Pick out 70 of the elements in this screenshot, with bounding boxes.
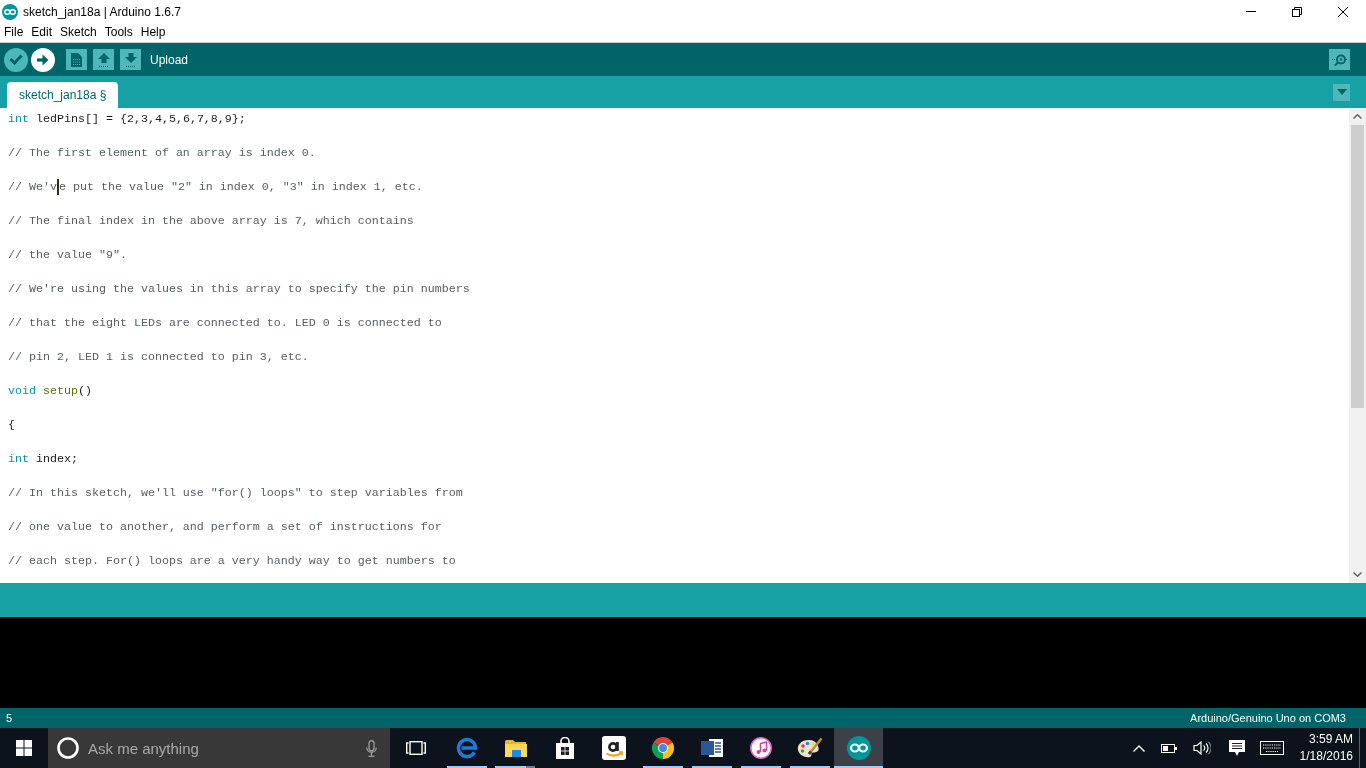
ring-icon: [57, 737, 79, 759]
serial-monitor-button[interactable]: [1329, 49, 1350, 70]
code-line: // The final index in the above array is 7, which contains: [8, 214, 414, 228]
swirl-icon: [455, 737, 478, 759]
toolbar-hint: Upload: [150, 52, 189, 67]
minimize-icon: [1246, 11, 1256, 12]
document-tile-icon: [700, 737, 723, 759]
arrow-up-icon: [97, 52, 110, 67]
text-caret-icon: [56, 179, 59, 195]
task-view-icon: [406, 741, 426, 755]
magnifier-icon: [1331, 53, 1348, 66]
speaker-icon: [1192, 741, 1211, 755]
code-line: // In this sketch, we'll use "for() loops" to step variables from: [8, 486, 463, 500]
window-title: sketch_jan18a | Arduino 1.6.7: [23, 4, 181, 19]
code-line: // that the eight LEDs are connected to. LED 0 is connected to: [8, 316, 442, 330]
check-icon: [9, 54, 23, 65]
triangle-down-icon: [1336, 89, 1347, 95]
code-line: // We're using the values in this array to specify the pin numbers: [8, 282, 470, 296]
line-number: 5: [6, 712, 13, 724]
clock-time: 3:59 AM: [1308, 731, 1353, 748]
tab-menu-button[interactable]: [1333, 83, 1350, 101]
search-field[interactable]: Ask me anything: [88, 737, 357, 759]
menu-item[interactable]: Sketch: [56, 25, 101, 40]
code-line: // The first element of an array is index 0.: [8, 146, 316, 160]
keyboard-icon: [1259, 741, 1284, 755]
code-line: // each step. For() loops are a very handy way to get numbers to: [8, 554, 456, 568]
tab[interactable]: sketch_jan18a §: [7, 82, 119, 108]
code-line: // one value to another, and perform a set of instructions for: [8, 520, 442, 534]
folder-icon: [504, 739, 527, 757]
board-port-label: Arduino/Genuino Uno on COM3: [1190, 712, 1346, 724]
upload-button[interactable]: [31, 47, 55, 72]
arrow-right-icon: [37, 53, 49, 66]
music-note-icon: [749, 737, 772, 759]
chevron-up-icon: [1133, 744, 1145, 752]
close-icon: [1338, 6, 1348, 17]
new-button[interactable]: [66, 49, 87, 70]
shopping-bag-icon: [554, 737, 575, 759]
search-bar[interactable]: Ask me anything: [48, 728, 390, 768]
verify-button[interactable]: [4, 47, 28, 72]
infinity-icon: [846, 736, 871, 760]
arrow-down-icon: [124, 52, 137, 67]
window-panes-icon: [16, 740, 32, 756]
taskbar-app-button[interactable]: [834, 728, 883, 768]
segmented-circle-icon: [651, 737, 674, 759]
menu-item[interactable]: Edit: [27, 25, 57, 40]
chevron-up-icon: [1353, 114, 1362, 119]
open-button[interactable]: [93, 49, 114, 70]
menu-item[interactable]: Help: [136, 25, 170, 40]
clock-date: 1/18/2016: [1299, 748, 1353, 765]
code-line: int ledPins[] = {2,3,4,5,6,7,8,9};: [8, 112, 246, 126]
document-icon: [71, 52, 82, 67]
save-button[interactable]: [120, 49, 141, 70]
code-line: {: [8, 418, 15, 432]
code-line: // the value "9".: [8, 248, 127, 262]
restore-icon: [1292, 6, 1302, 17]
menu-item[interactable]: File: [0, 25, 28, 40]
menu-item[interactable]: Tools: [100, 25, 137, 40]
microphone-icon: [366, 739, 377, 757]
chevron-down-icon: [1353, 572, 1362, 577]
smile-tile-icon: [601, 736, 626, 760]
battery-icon: [1161, 743, 1177, 753]
palette-icon: [796, 737, 823, 759]
code-line: // pin 2, LED 1 is connected to pin 3, etc.: [8, 350, 309, 364]
code-line: int index;: [8, 452, 78, 466]
code-line: // We'v: [8, 180, 57, 194]
scrollbar[interactable]: [1349, 108, 1366, 583]
message-icon: [1228, 740, 1245, 756]
code-line: void setup(): [8, 384, 92, 398]
scroll-thumb[interactable]: [1351, 125, 1364, 408]
code-line: e put the value "2" in index 0, "3" in index 1, etc.: [58, 180, 423, 194]
